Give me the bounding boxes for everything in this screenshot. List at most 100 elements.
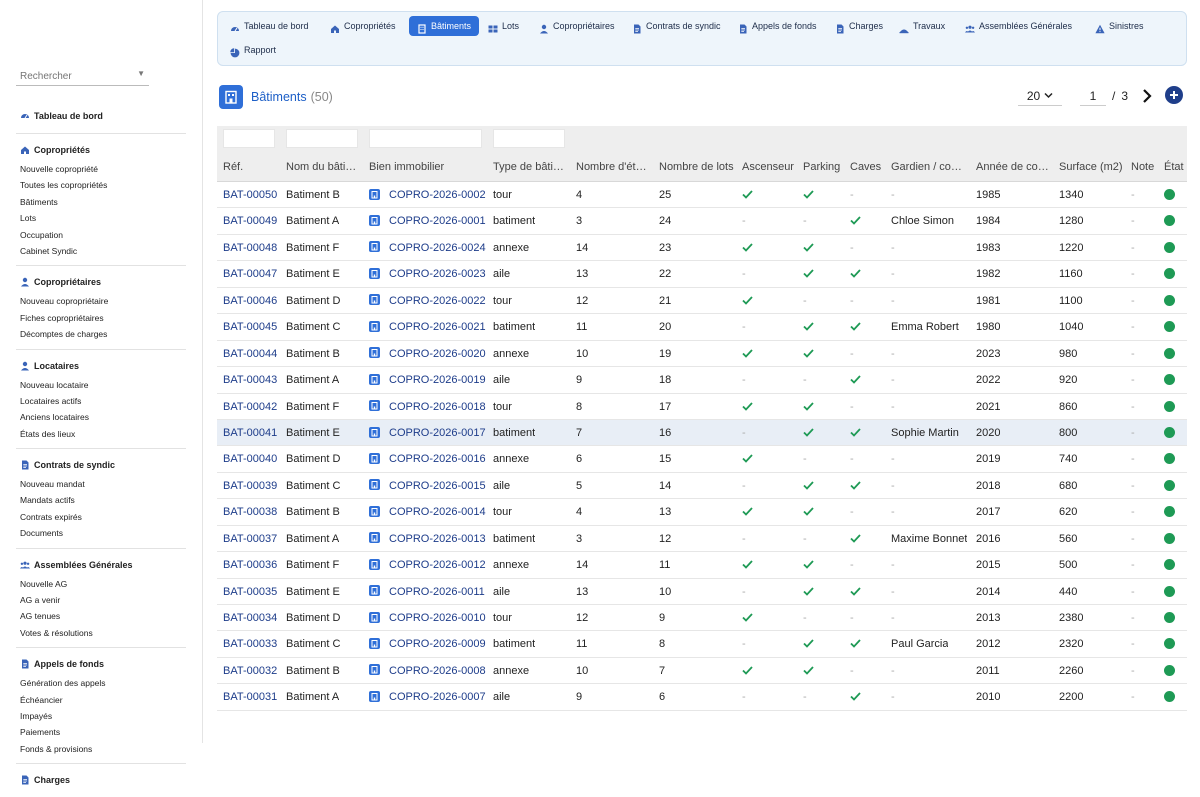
sidebar-group-header[interactable]: Copropriétés	[20, 143, 186, 157]
property-link[interactable]: COPRO-2026-0009	[389, 638, 486, 650]
sidebar-item[interactable]: États des lieux	[20, 426, 186, 442]
sidebar-item[interactable]: Nouvelle AG	[20, 576, 186, 592]
property-link[interactable]: COPRO-2026-0016	[389, 453, 486, 465]
table-row[interactable]: BAT-00032 Batiment B COPRO-2026-0008 annexe…	[217, 658, 1187, 685]
tab-4[interactable]: Copropriétaires	[539, 16, 615, 36]
property-link[interactable]: COPRO-2026-0021	[389, 321, 486, 333]
sidebar-group-header[interactable]: Tableau de bord	[20, 109, 186, 123]
column-header[interactable]: Réf.	[223, 152, 282, 182]
chevron-down-icon[interactable]: ▼	[137, 69, 145, 78]
sidebar-group-header[interactable]: Locataires	[20, 359, 186, 373]
ref-link[interactable]: BAT-00044	[223, 341, 277, 367]
tab-9[interactable]: Assemblées Générales	[965, 16, 1072, 36]
ref-link[interactable]: BAT-00047	[223, 261, 277, 287]
column-header[interactable]: Ascenseur	[742, 152, 799, 182]
sidebar-group-header[interactable]: Appels de fonds	[20, 657, 186, 671]
column-header[interactable]: Année de co…	[976, 152, 1055, 182]
table-row[interactable]: BAT-00040 Batiment D COPRO-2026-0016 annexe…	[217, 446, 1187, 473]
sidebar-item[interactable]: Nouveau locataire	[20, 377, 186, 393]
ref-link[interactable]: BAT-00041	[223, 420, 277, 446]
ref-link[interactable]: BAT-00050	[223, 182, 277, 208]
ref-link[interactable]: BAT-00031	[223, 684, 277, 710]
column-header[interactable]: Caves	[850, 152, 887, 182]
tab-1[interactable]: Copropriétés	[330, 16, 396, 36]
sidebar-item[interactable]: Échéancier	[20, 692, 186, 708]
column-header[interactable]: Bien immobilier	[369, 152, 489, 182]
page-number-input[interactable]: 1	[1080, 86, 1106, 106]
property-link[interactable]: COPRO-2026-0007	[389, 691, 486, 703]
property-link[interactable]: COPRO-2026-0023	[389, 268, 486, 280]
ref-link[interactable]: BAT-00048	[223, 235, 277, 261]
table-row[interactable]: BAT-00042 Batiment F COPRO-2026-0018 tour 8 1…	[217, 394, 1187, 420]
tab-8[interactable]: Travaux	[899, 16, 945, 36]
table-row[interactable]: BAT-00043 Batiment A COPRO-2026-0019 aile 9 1…	[217, 367, 1187, 394]
sidebar-item[interactable]: Impayés	[20, 708, 186, 724]
table-row[interactable]: BAT-00047 Batiment E COPRO-2026-0023 aile 13…	[217, 261, 1187, 288]
sidebar-item[interactable]: Génération des appels	[20, 675, 186, 691]
column-header[interactable]: Nombre d'ét…	[576, 152, 655, 182]
property-link[interactable]: COPRO-2026-0013	[389, 533, 486, 545]
table-row[interactable]: BAT-00044 Batiment B COPRO-2026-0020 annexe…	[217, 341, 1187, 368]
per-page-select[interactable]: 20	[1018, 86, 1062, 106]
table-row[interactable]: BAT-00050 Batiment B COPRO-2026-0002 tour 4 2…	[217, 182, 1187, 209]
table-row[interactable]: BAT-00036 Batiment F COPRO-2026-0012 annexe…	[217, 552, 1187, 579]
search-input[interactable]	[16, 67, 126, 86]
sidebar-item[interactable]: Votes & résolutions	[20, 625, 186, 641]
tab-10[interactable]: Sinistres	[1095, 16, 1144, 36]
sidebar-item[interactable]: Fonds & provisions	[20, 741, 186, 757]
sidebar-item[interactable]: Bâtiments	[20, 194, 186, 210]
chevron-right-icon[interactable]	[1140, 88, 1154, 104]
tab-6[interactable]: Appels de fonds	[738, 16, 817, 36]
ref-link[interactable]: BAT-00034	[223, 605, 277, 631]
table-row[interactable]: BAT-00046 Batiment D COPRO-2026-0022 tour 12…	[217, 288, 1187, 315]
property-link[interactable]: COPRO-2026-0018	[389, 401, 486, 413]
sidebar-item[interactable]: Paiements	[20, 724, 186, 740]
property-link[interactable]: COPRO-2026-0024	[389, 242, 486, 254]
filter-ref-input[interactable]	[223, 129, 275, 148]
ref-link[interactable]: BAT-00040	[223, 446, 277, 472]
property-link[interactable]: COPRO-2026-0012	[389, 559, 486, 571]
property-link[interactable]: COPRO-2026-0010	[389, 612, 486, 624]
sidebar-item[interactable]: Occupation	[20, 227, 186, 243]
tab-3[interactable]: Lots	[488, 16, 519, 36]
filter-nom-input[interactable]	[286, 129, 358, 148]
ref-link[interactable]: BAT-00046	[223, 288, 277, 314]
column-header[interactable]: Note	[1131, 152, 1160, 182]
ref-link[interactable]: BAT-00045	[223, 314, 277, 340]
property-link[interactable]: COPRO-2026-0002	[389, 189, 486, 201]
tab-5[interactable]: Contrats de syndic	[632, 16, 721, 36]
sidebar-item[interactable]: Documents	[20, 525, 186, 541]
sidebar-item[interactable]: Lots	[20, 210, 186, 226]
tab-11[interactable]: Rapport	[230, 40, 276, 60]
table-row[interactable]: BAT-00038 Batiment B COPRO-2026-0014 tour 4 1…	[217, 499, 1187, 526]
property-link[interactable]: COPRO-2026-0001	[389, 215, 486, 227]
property-link[interactable]: COPRO-2026-0015	[389, 480, 486, 492]
table-row[interactable]: BAT-00041 Batiment E COPRO-2026-0017 batime…	[217, 419, 1187, 447]
sidebar-item[interactable]: AG a venir	[20, 592, 186, 608]
tab-7[interactable]: Charges	[835, 16, 883, 36]
table-row[interactable]: BAT-00045 Batiment C COPRO-2026-0021 batime…	[217, 314, 1187, 341]
ref-link[interactable]: BAT-00032	[223, 658, 277, 684]
sidebar-item[interactable]: AG tenues	[20, 608, 186, 624]
table-row[interactable]: BAT-00031 Batiment A COPRO-2026-0007 aile 9 6…	[217, 684, 1187, 711]
sidebar-group-header[interactable]: Assemblées Générales	[20, 558, 186, 572]
sidebar-item[interactable]: Mandats actifs	[20, 492, 186, 508]
ref-link[interactable]: BAT-00036	[223, 552, 277, 578]
ref-link[interactable]: BAT-00049	[223, 208, 277, 234]
table-row[interactable]: BAT-00033 Batiment C COPRO-2026-0009 batime…	[217, 631, 1187, 658]
table-row[interactable]: BAT-00048 Batiment F COPRO-2026-0024 annexe…	[217, 235, 1187, 262]
tab-2[interactable]: Bâtiments	[409, 16, 480, 36]
sidebar-group-header[interactable]: Contrats de syndic	[20, 458, 186, 472]
property-link[interactable]: COPRO-2026-0022	[389, 295, 486, 307]
filter-bien-input[interactable]	[369, 129, 482, 148]
sidebar-item[interactable]: Nouvelle copropriété	[20, 161, 186, 177]
property-link[interactable]: COPRO-2026-0008	[389, 665, 486, 677]
table-row[interactable]: BAT-00039 Batiment C COPRO-2026-0015 aile 5 1…	[217, 473, 1187, 500]
column-header[interactable]: Nom du bâti…	[286, 152, 365, 182]
column-header[interactable]: Nombre de lots	[659, 152, 738, 182]
ref-link[interactable]: BAT-00039	[223, 473, 277, 499]
property-link[interactable]: COPRO-2026-0014	[389, 506, 486, 518]
ref-link[interactable]: BAT-00033	[223, 631, 277, 657]
table-row[interactable]: BAT-00037 Batiment A COPRO-2026-0013 batime…	[217, 526, 1187, 553]
sidebar-item[interactable]: Anciens locataires	[20, 409, 186, 425]
